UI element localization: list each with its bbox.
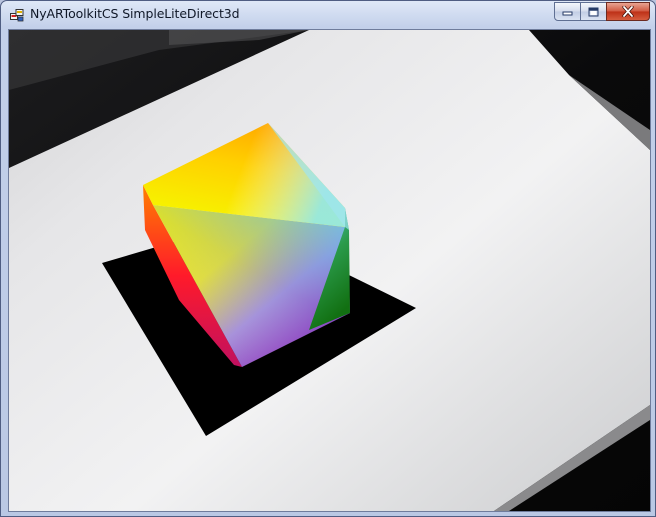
maximize-icon: [588, 7, 599, 16]
close-icon: [622, 6, 634, 17]
window-title: NyARToolkitCS SimpleLiteDirect3d: [30, 6, 240, 21]
app-window: NyARToolkitCS SimpleLiteDirect3d: [0, 0, 656, 517]
title-bar[interactable]: NyARToolkitCS SimpleLiteDirect3d: [1, 1, 655, 28]
close-button[interactable]: [606, 2, 650, 21]
camera-view: [8, 29, 651, 512]
minimize-icon: [562, 11, 573, 16]
minimize-button[interactable]: [554, 2, 581, 21]
ar-scene: [9, 30, 650, 511]
app-window-icon[interactable]: [10, 8, 24, 22]
maximize-button[interactable]: [580, 2, 607, 21]
